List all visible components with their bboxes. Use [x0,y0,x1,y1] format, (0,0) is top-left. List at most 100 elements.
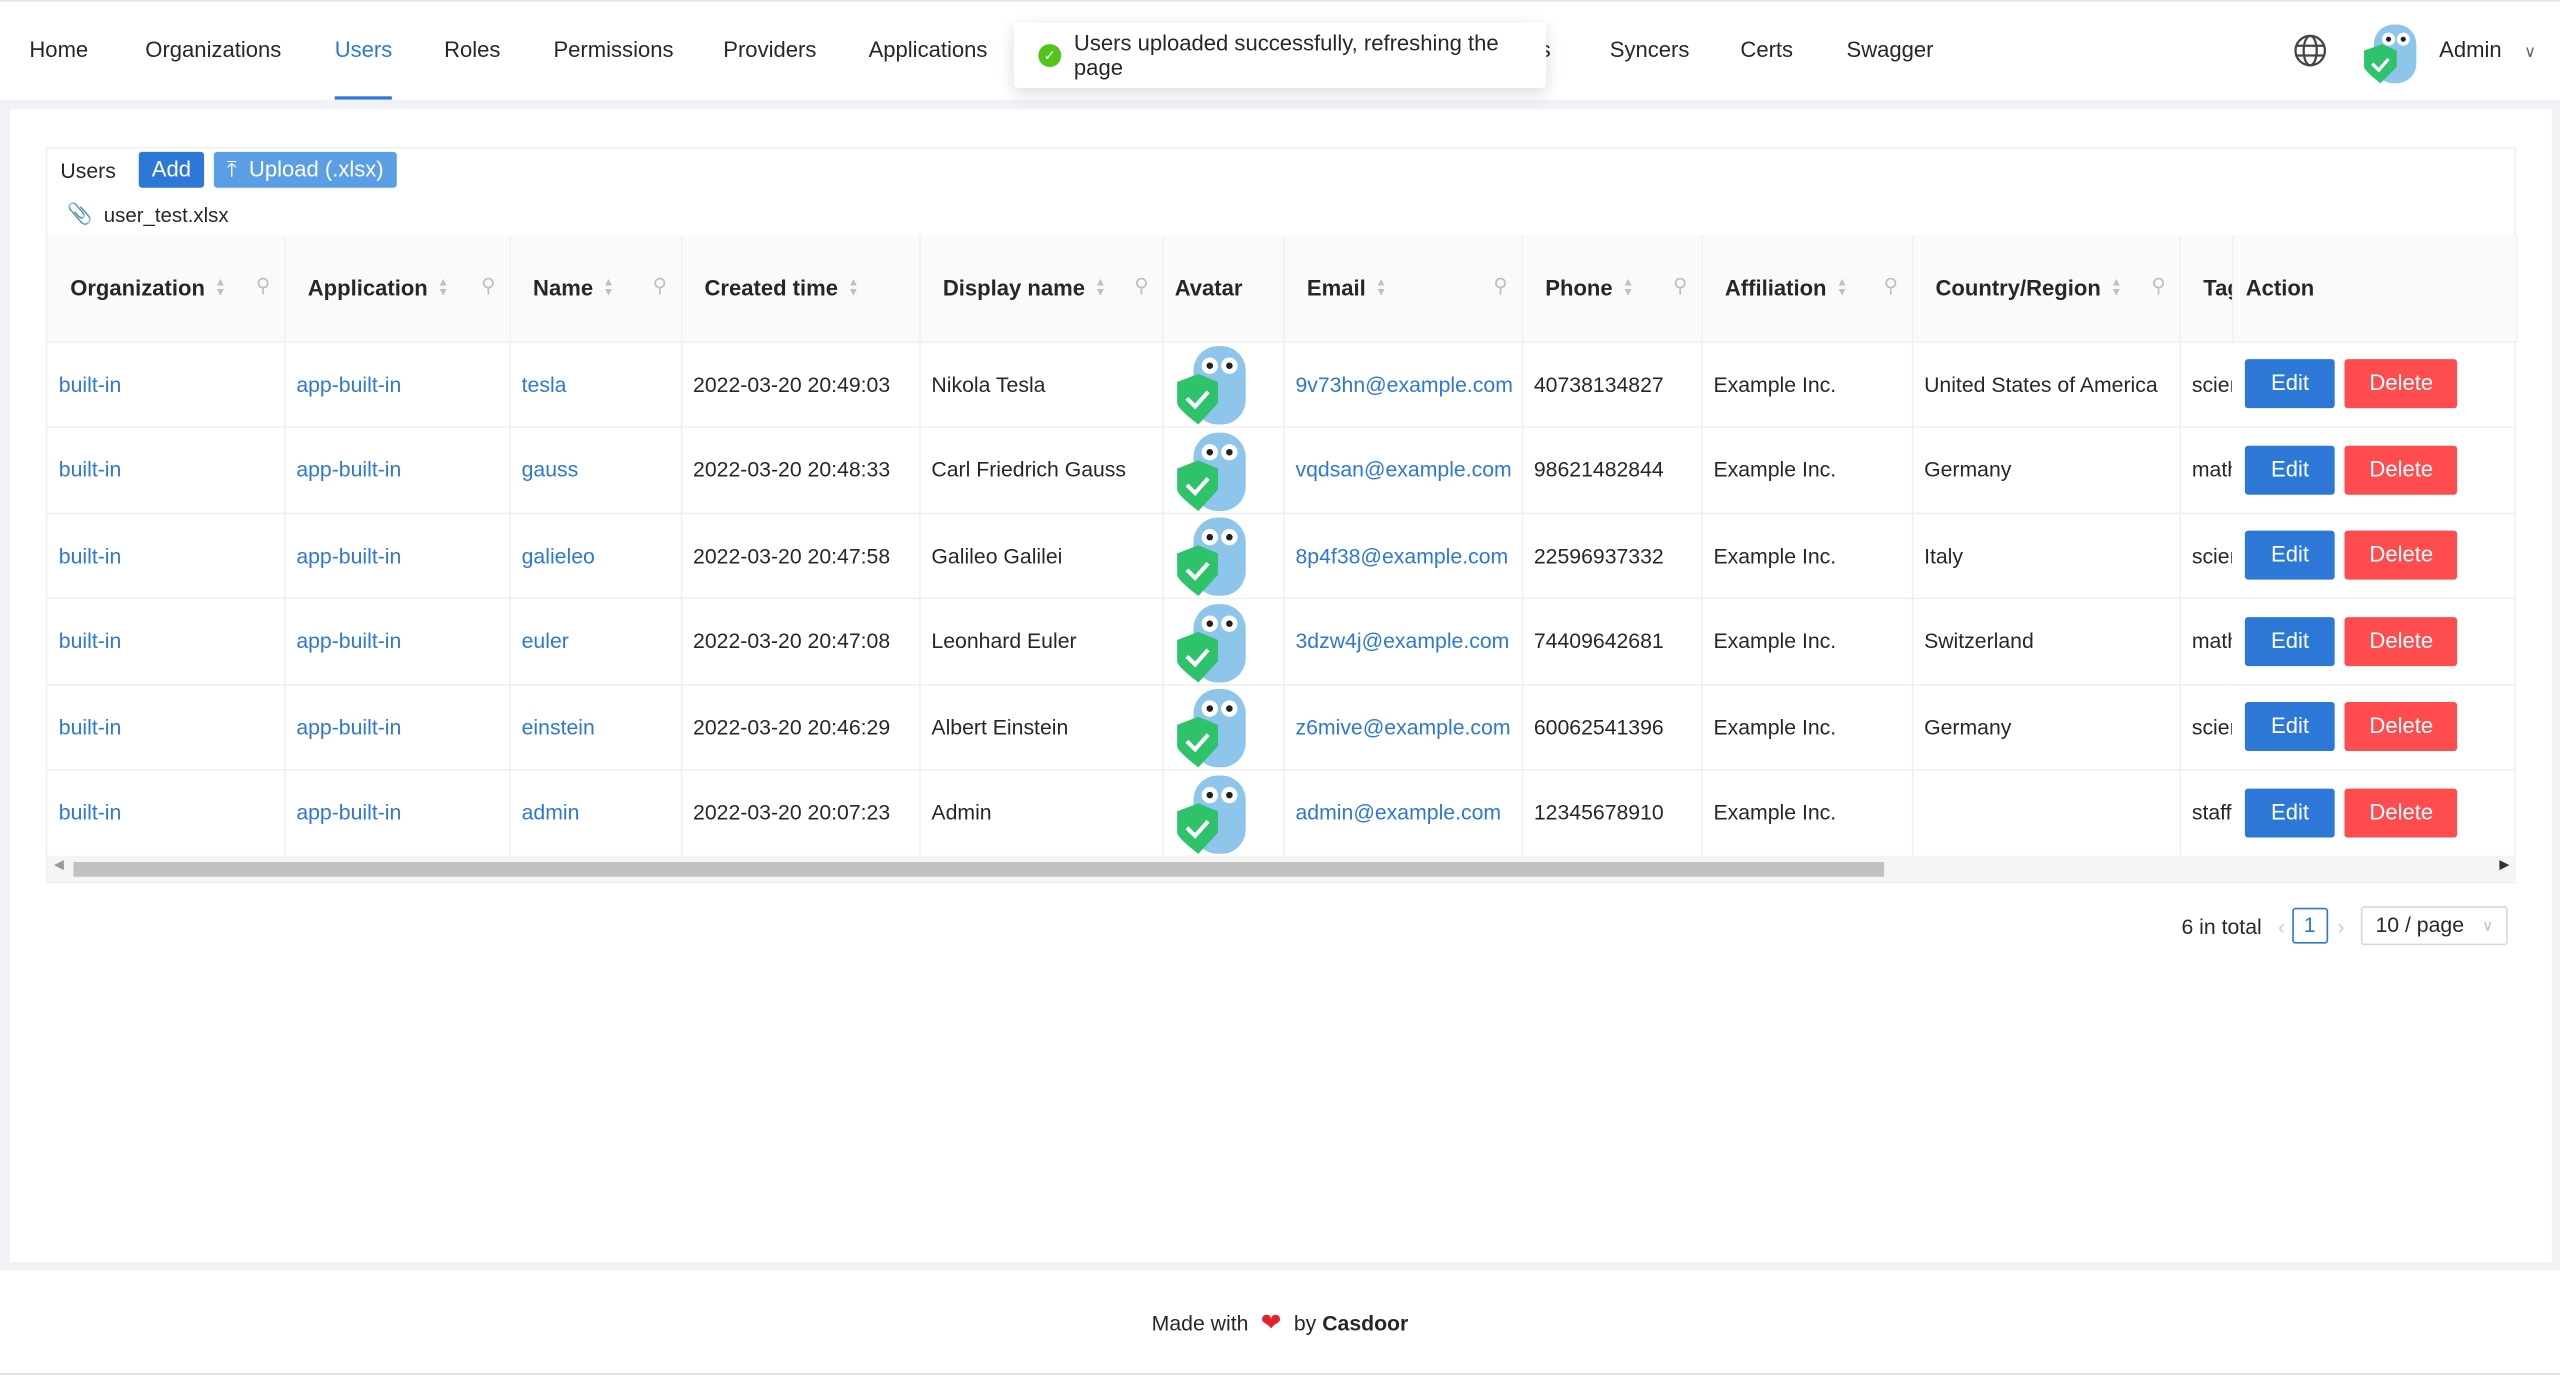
nav-item-users[interactable]: Users [334,2,393,100]
edit-button[interactable]: Edit [2244,531,2336,580]
page-1-button[interactable]: 1 [2291,907,2328,944]
application-link[interactable]: app-built-in [296,800,401,824]
organization-link[interactable]: built-in [59,715,122,739]
language-globe-icon[interactable] [2292,33,2328,74]
sort-icon[interactable]: ▲ ▼ [603,278,614,299]
user-avatar [1173,600,1282,683]
scroll-left-arrow[interactable]: ◀ [54,857,64,872]
user-name-link[interactable]: admin [522,800,580,824]
organization-link[interactable]: built-in [59,372,122,396]
user-name-link[interactable]: euler [522,629,569,653]
nav-item-providers[interactable]: Providers [723,2,816,100]
delete-button[interactable]: Delete [2344,531,2458,580]
column-header-country-region[interactable]: Country/Region ▲ ▼ ⚲ [1911,235,2181,343]
column-header-organization[interactable]: Organization ▲ ▼ ⚲ [47,235,285,343]
email-link[interactable]: z6mive@example.com [1296,715,1511,739]
search-icon[interactable]: ⚲ [481,274,495,297]
edit-button[interactable]: Edit [2244,445,2336,495]
search-icon[interactable]: ⚲ [1493,274,1507,297]
nav-item-organizations[interactable]: Organizations [145,2,281,100]
scrollbar-thumb[interactable] [73,862,1885,877]
search-icon[interactable]: ⚲ [256,274,270,297]
email-link[interactable]: 3dzw4j@example.com [1296,629,1510,653]
organization-link[interactable]: built-in [59,800,122,824]
application-link[interactable]: app-built-in [296,458,401,482]
nav-item-swagger[interactable]: Swagger [1847,2,1934,100]
search-icon[interactable]: ⚲ [1134,274,1148,297]
column-header-created-time[interactable]: Created time ▲ ▼ [680,235,920,343]
sort-icon[interactable]: ▲ ▼ [1376,278,1387,299]
search-icon[interactable]: ⚲ [1884,274,1898,297]
organization-link[interactable]: built-in [59,543,122,567]
next-page-button[interactable]: › [2337,913,2344,937]
scroll-right-arrow[interactable]: ▶ [2499,857,2509,872]
column-header-display-name[interactable]: Display name ▲ ▼ ⚲ [919,235,1164,343]
organization-link[interactable]: built-in [59,458,122,482]
application-link[interactable]: app-built-in [296,543,401,567]
user-name-link[interactable]: tesla [522,372,567,396]
email-link[interactable]: admin@example.com [1296,800,1502,824]
email-link[interactable]: 9v73hn@example.com [1296,372,1513,396]
chevron-down-icon: ∨ [2524,44,2537,63]
display-name: Carl Friedrich Gauss [931,457,1127,483]
nav-item-home[interactable]: Home [29,2,88,100]
footer-text: Made with [1151,1311,1249,1336]
tag: scientist [2191,371,2232,397]
sort-icon[interactable]: ▲ ▼ [1836,278,1847,299]
sort-icon[interactable]: ▲ ▼ [438,278,449,299]
column-title: Tag [2203,275,2230,300]
delete-button[interactable]: Delete [2344,616,2458,666]
column-header-name[interactable]: Name ▲ ▼ ⚲ [509,235,682,343]
search-icon[interactable]: ⚲ [653,274,667,297]
column-title: Created time [704,275,839,300]
sort-icon[interactable]: ▲ ▼ [1622,278,1633,299]
column-title: Phone [1545,275,1613,300]
user-name-link[interactable]: galieleo [522,543,595,567]
prev-page-button[interactable]: ‹ [2278,913,2285,937]
organization-link[interactable]: built-in [59,629,122,653]
add-button[interactable]: Add [138,151,205,188]
nav-item-roles[interactable]: Roles [444,2,500,100]
sort-icon[interactable]: ▲ ▼ [848,278,859,299]
page-size-select[interactable]: 10 / page ∨ [2360,906,2508,946]
search-icon[interactable]: ⚲ [2151,274,2165,297]
email-link[interactable]: 8p4f38@example.com [1296,543,1509,567]
edit-button[interactable]: Edit [2244,788,2336,838]
created-time: 2022-03-20 20:07:23 [693,800,891,825]
column-header-application[interactable]: Application ▲ ▼ ⚲ [284,235,511,343]
application-link[interactable]: app-built-in [296,715,401,739]
casdoor-link[interactable]: Casdoor [1322,1311,1408,1335]
delete-button[interactable]: Delete [2344,788,2458,838]
application-link[interactable]: app-built-in [296,629,401,653]
edit-button[interactable]: Edit [2244,359,2336,409]
display-name: Nikola Tesla [931,371,1046,397]
horizontal-scrollbar[interactable]: ◀ ▶ [47,855,2516,882]
user-name-link[interactable]: einstein [522,715,595,739]
nav-item-syncers[interactable]: Syncers [1610,2,1690,100]
nav-item-applications[interactable]: Applications [869,2,988,100]
column-header-email[interactable]: Email ▲ ▼ ⚲ [1283,235,1523,343]
delete-button[interactable]: Delete [2344,702,2458,752]
nav-item-permissions[interactable]: Permissions [553,2,673,100]
user-avatar [1173,515,1282,597]
application-link[interactable]: app-built-in [296,372,401,396]
user-avatar[interactable] [2361,21,2423,91]
column-header-phone[interactable]: Phone ▲ ▼ ⚲ [1521,235,1703,343]
column-header-affiliation[interactable]: Affiliation ▲ ▼ ⚲ [1701,235,1913,343]
display-name: Galileo Galilei [931,543,1063,568]
email-link[interactable]: vqdsan@example.com [1296,458,1512,482]
sort-icon[interactable]: ▲ ▼ [215,278,226,299]
upload-button[interactable]: ⤒ Upload (.xlsx) [213,151,397,188]
search-icon[interactable]: ⚲ [1673,274,1687,297]
delete-button[interactable]: Delete [2344,445,2458,495]
file-name: user_test.xlsx [103,203,229,227]
delete-button[interactable]: Delete [2344,359,2458,409]
nav-item-certs[interactable]: Certs [1740,2,1793,100]
sort-icon[interactable]: ▲ ▼ [2111,278,2122,299]
user-menu[interactable]: Admin ∨ [2439,2,2536,100]
edit-button[interactable]: Edit [2244,616,2336,666]
user-name-link[interactable]: gauss [522,458,579,482]
edit-button[interactable]: Edit [2244,702,2336,752]
uploaded-file[interactable]: 📎 user_test.xlsx [67,202,229,226]
sort-icon[interactable]: ▲ ▼ [1095,278,1106,299]
